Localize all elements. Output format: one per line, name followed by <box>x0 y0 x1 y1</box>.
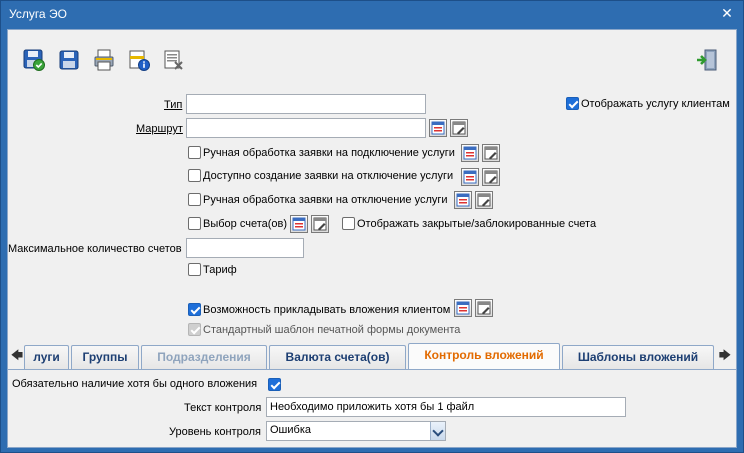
type-label: Тип <box>164 99 183 111</box>
manual-disconnect-edit-button[interactable] <box>475 191 493 209</box>
dialog-window: Услуга ЭО ✕ Тип Отображать услугу клиент… <box>0 0 744 453</box>
print-icon <box>94 49 114 71</box>
tab-account-currency[interactable]: Валюта счета(ов) <box>269 345 406 369</box>
manual-disconnect-choose-button[interactable] <box>454 191 472 209</box>
manual-disconnect-checkbox[interactable]: Ручная обработка заявки на отключение ус… <box>188 193 448 206</box>
choose-accounts-edit-button[interactable] <box>311 215 329 233</box>
close-icon[interactable]: ✕ <box>719 5 735 21</box>
tariff-checkbox[interactable]: Тариф <box>188 263 237 276</box>
route-input[interactable] <box>186 118 426 138</box>
table-select-icon <box>292 217 306 231</box>
table-select-icon <box>456 193 470 207</box>
route-label: Маршрут <box>136 123 183 135</box>
manual-connect-label: Ручная обработка заявки на подключение у… <box>203 146 455 159</box>
allow-disconnect-edit-button[interactable] <box>482 168 500 186</box>
allow-disconnect-checkbox[interactable]: Доступно создание заявки на отключение у… <box>188 169 453 182</box>
tab-attachments-control[interactable]: Контроль вложений <box>408 343 560 370</box>
cancel-icon <box>164 50 183 70</box>
checkbox-box[interactable] <box>188 169 201 182</box>
exit-door-icon <box>697 49 717 71</box>
max-accounts-input[interactable] <box>186 238 304 258</box>
checkbox-box[interactable] <box>188 303 201 316</box>
exit-button[interactable] <box>696 48 720 72</box>
standard-template-label: Стандартный шаблон печатной формы докуме… <box>203 323 461 336</box>
manual-connect-checkbox[interactable]: Ручная обработка заявки на подключение у… <box>188 146 455 159</box>
checkbox-box[interactable] <box>188 146 201 159</box>
choose-accounts-checkbox[interactable]: Выбор счета(ов) <box>188 217 287 230</box>
allow-disconnect-label: Доступно создание заявки на отключение у… <box>203 169 454 182</box>
checkbox-box[interactable] <box>188 217 201 230</box>
route-choose-button[interactable] <box>429 119 447 137</box>
tab-scroll-left-icon[interactable]: 🡄 <box>10 343 24 367</box>
save-icon <box>59 50 79 70</box>
show-closed-accounts-checkbox[interactable]: Отображать закрытые/заблокированные счет… <box>342 217 596 230</box>
window-title: Услуга ЭО <box>9 7 67 21</box>
info-icon <box>129 50 150 71</box>
print-button[interactable] <box>92 48 116 72</box>
save-close-icon <box>23 49 45 71</box>
edit-form-icon <box>484 170 498 184</box>
title-bar[interactable]: Услуга ЭО ✕ <box>1 1 743 29</box>
tab-scroll-right-icon[interactable]: 🡆 <box>718 343 732 367</box>
checkbox-box[interactable] <box>268 378 281 391</box>
checkbox-box[interactable] <box>188 263 201 276</box>
allow-disconnect-choose-button[interactable] <box>461 168 479 186</box>
table-select-icon <box>463 146 477 160</box>
edit-form-icon <box>477 193 491 207</box>
cancel-button[interactable] <box>162 48 186 72</box>
manual-connect-choose-button[interactable] <box>461 144 479 162</box>
show-closed-label: Отображать закрытые/заблокированные счет… <box>357 217 597 230</box>
tab-strip: 🡄 луги Группы Подразделения Валюта счета… <box>8 343 736 370</box>
route-edit-button[interactable] <box>450 119 468 137</box>
standard-template-checkbox: Стандартный шаблон печатной формы докуме… <box>188 323 460 336</box>
manual-disconnect-label: Ручная обработка заявки на отключение ус… <box>203 193 448 206</box>
table-select-icon <box>463 170 477 184</box>
manual-connect-edit-button[interactable] <box>482 144 500 162</box>
required-attachment-label: Обязательно наличие хотя бы одного вложе… <box>12 378 258 390</box>
tab-groups[interactable]: Группы <box>71 345 139 369</box>
info-button[interactable] <box>127 48 151 72</box>
chevron-down-icon[interactable] <box>430 422 445 440</box>
tab-services[interactable]: луги <box>24 345 69 369</box>
control-level-value: Ошибка <box>270 424 311 436</box>
save-close-button[interactable] <box>22 48 46 72</box>
attachments-label: Возможность прикладывать вложения клиент… <box>203 303 451 316</box>
control-level-select[interactable]: Ошибка <box>266 421 446 441</box>
checkbox-box <box>188 323 201 336</box>
checkbox-box[interactable] <box>342 217 355 230</box>
attachments-checkbox[interactable]: Возможность прикладывать вложения клиент… <box>188 303 450 316</box>
table-select-icon <box>431 121 445 135</box>
choose-accounts-label: Выбор счета(ов) <box>203 217 288 230</box>
attachments-control-panel: Обязательно наличие хотя бы одного вложе… <box>8 369 736 447</box>
attachments-edit-button[interactable] <box>475 299 493 317</box>
show-to-clients-label: Отображать услугу клиентам <box>581 97 730 110</box>
dialog-body: Тип Отображать услугу клиентам Маршрут Р… <box>7 29 737 448</box>
edit-form-icon <box>477 301 491 315</box>
save-button[interactable] <box>57 48 81 72</box>
control-text-label: Текст контроля <box>184 402 262 414</box>
checkbox-box[interactable] <box>566 97 579 110</box>
show-to-clients-checkbox[interactable]: Отображать услугу клиентам <box>566 97 730 110</box>
control-text-input[interactable] <box>266 397 626 417</box>
edit-form-icon <box>313 217 327 231</box>
tariff-label: Тариф <box>203 263 237 276</box>
attachments-choose-button[interactable] <box>454 299 472 317</box>
required-attachment-checkbox[interactable] <box>268 378 283 391</box>
tab-attachment-templates[interactable]: Шаблоны вложений <box>562 345 714 369</box>
type-input[interactable] <box>186 94 426 114</box>
max-accounts-label: Максимальное количество счетов <box>8 243 182 255</box>
choose-accounts-choose-button[interactable] <box>290 215 308 233</box>
edit-form-icon <box>484 146 498 160</box>
checkbox-box[interactable] <box>188 193 201 206</box>
control-level-label: Уровень контроля <box>169 426 261 438</box>
edit-form-icon <box>452 121 466 135</box>
tab-departments: Подразделения <box>141 345 267 369</box>
table-select-icon <box>456 301 470 315</box>
